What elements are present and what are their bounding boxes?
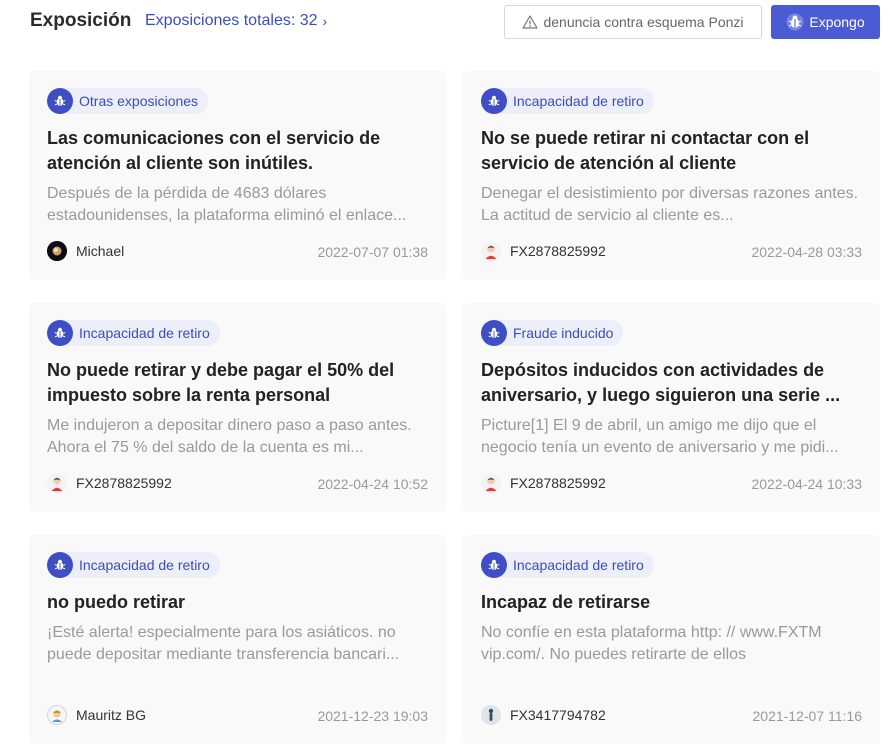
avatar: [47, 241, 67, 261]
author-name: FX2878825992: [76, 475, 172, 491]
category-tag-label: Incapacidad de retiro: [79, 325, 210, 341]
bug-icon: [481, 320, 507, 346]
category-tag-label: Fraude inducido: [513, 325, 614, 341]
post-date: 2022-04-24 10:52: [317, 476, 428, 492]
card-title[interactable]: No puede retirar y debe pagar el 50% del…: [47, 358, 432, 408]
post-date: 2021-12-23 19:03: [317, 708, 428, 724]
category-tag[interactable]: Incapacidad de retiro: [47, 552, 220, 578]
exposure-card[interactable]: Incapacidad de retiro no puedo retirar ¡…: [29, 535, 446, 744]
card-title[interactable]: Depósitos inducidos con actividades de a…: [481, 358, 866, 408]
card-excerpt: Me indujeron a depositar dinero paso a p…: [47, 417, 412, 456]
card-excerpt: ¡Esté alerta! especialmente para los asi…: [47, 624, 400, 663]
exposure-card[interactable]: Incapacidad de retiro No puede retirar y…: [29, 303, 446, 512]
author[interactable]: Mauritz BG: [47, 705, 146, 725]
card-excerpt: Denegar el desistimiento por diversas ra…: [481, 185, 859, 224]
avatar: [47, 705, 67, 725]
author[interactable]: Michael: [47, 241, 124, 261]
author-name: FX2878825992: [510, 475, 606, 491]
author[interactable]: FX3417794782: [481, 705, 606, 725]
avatar: [47, 473, 67, 493]
author[interactable]: FX2878825992: [481, 473, 606, 493]
author-name: Michael: [76, 243, 125, 259]
category-tag-label: Incapacidad de retiro: [513, 93, 644, 109]
card-title[interactable]: No se puede retirar ni contactar con el …: [481, 126, 866, 176]
category-tag[interactable]: Incapacidad de retiro: [47, 320, 220, 346]
post-date: 2022-07-07 01:38: [317, 244, 428, 260]
author-name: Mauritz BG: [76, 707, 147, 723]
bug-icon: [47, 88, 73, 114]
total-exposures-link[interactable]: Exposiciones totales: 32 ›: [145, 12, 327, 30]
page-title: Exposición: [30, 10, 132, 31]
category-tag[interactable]: Otras exposiciones: [47, 88, 209, 114]
warning-icon: [522, 15, 539, 29]
exposure-card[interactable]: Incapacidad de retiro Incapaz de retirar…: [463, 535, 880, 744]
bug-icon: [481, 88, 507, 114]
exposure-card[interactable]: Incapacidad de retiro No se puede retira…: [463, 71, 880, 280]
exposure-card[interactable]: Fraude inducido Depósitos inducidos con …: [463, 303, 880, 512]
category-tag-label: Otras exposiciones: [79, 93, 199, 109]
expose-button[interactable]: Expongo: [771, 5, 880, 39]
page-header: Exposición Exposiciones totales: 32 › de…: [0, 0, 894, 44]
avatar: [481, 705, 501, 725]
exposure-card[interactable]: Otras exposiciones Las comunicaciones co…: [29, 71, 446, 280]
post-date: 2022-04-24 10:33: [751, 476, 862, 492]
card-title[interactable]: no puedo retirar: [47, 590, 432, 615]
ponzi-report-label: denuncia contra esquema Ponzi: [543, 14, 744, 30]
post-date: 2021-12-07 11:16: [752, 708, 863, 724]
author[interactable]: FX2878825992: [47, 473, 172, 493]
card-excerpt: No confíe en esta plataforma http: // ww…: [481, 624, 822, 663]
bug-icon: [47, 552, 73, 578]
expose-button-label: Expongo: [809, 14, 865, 30]
bug-icon: [47, 320, 73, 346]
total-exposures-label: Exposiciones totales: 32: [145, 12, 318, 29]
post-date: 2022-04-28 03:33: [751, 244, 862, 260]
author-name: FX2878825992: [510, 243, 606, 259]
author[interactable]: FX2878825992: [481, 241, 606, 261]
card-title[interactable]: Incapaz de retirarse: [481, 590, 866, 615]
avatar: [481, 473, 501, 493]
avatar: [481, 241, 501, 261]
bug-icon: [786, 13, 804, 31]
category-tag[interactable]: Fraude inducido: [481, 320, 624, 346]
category-tag-label: Incapacidad de retiro: [79, 557, 210, 573]
category-tag[interactable]: Incapacidad de retiro: [481, 552, 654, 578]
chevron-right-icon: ›: [322, 13, 328, 29]
card-excerpt: Después de la pérdida de 4683 dólares es…: [47, 185, 407, 224]
card-excerpt: Picture[1] El 9 de abril, un amigo me di…: [481, 417, 839, 456]
ponzi-report-button[interactable]: denuncia contra esquema Ponzi: [504, 5, 762, 39]
category-tag-label: Incapacidad de retiro: [513, 557, 644, 573]
category-tag[interactable]: Incapacidad de retiro: [481, 88, 654, 114]
author-name: FX3417794782: [510, 707, 606, 723]
bug-icon: [481, 552, 507, 578]
card-title[interactable]: Las comunicaciones con el servicio de at…: [47, 126, 432, 176]
